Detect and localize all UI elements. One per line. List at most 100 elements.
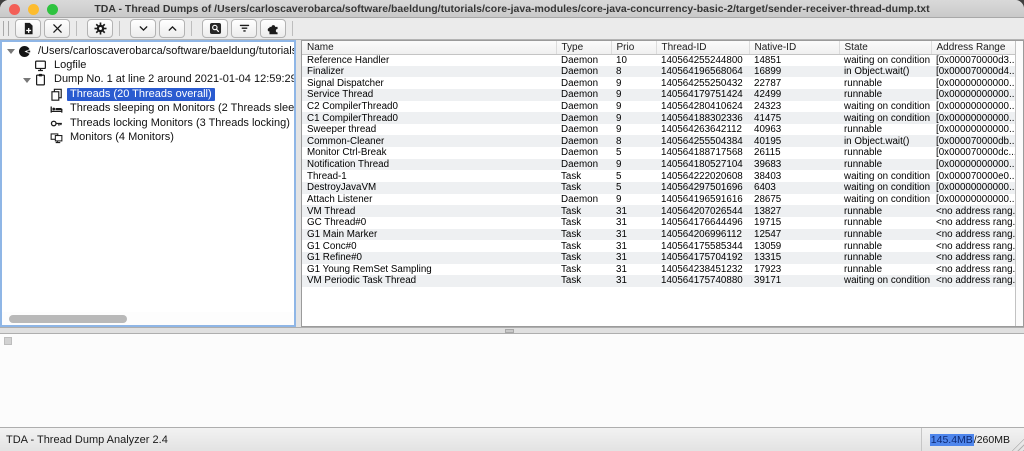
preferences-button[interactable] (87, 19, 113, 38)
table-cell: waiting on condition (839, 194, 931, 206)
table-cell: 17923 (749, 264, 839, 276)
table-row[interactable]: GC Thread#0Task3114056417664449619715run… (302, 217, 1015, 229)
thread-table-wrap: NameTypePrioThread-IDNative-IDStateAddre… (302, 41, 1015, 326)
gear-icon (94, 22, 107, 35)
table-cell: Task (556, 182, 611, 194)
table-cell: runnable (839, 159, 931, 171)
table-cell: Daemon (556, 89, 611, 101)
table-cell: waiting on condition (839, 54, 931, 66)
table-cell: Daemon (556, 101, 611, 113)
tree-item[interactable]: Threads locking Monitors (3 Threads lock… (2, 116, 294, 130)
tree-item[interactable]: Threads sleeping on Monitors (2 Threads … (2, 102, 294, 116)
table-cell: 41475 (749, 112, 839, 124)
table-cell: 140564222020608 (656, 170, 749, 182)
column-header[interactable]: Address Range (931, 41, 1015, 54)
tree-item-label: Logfile (51, 59, 89, 72)
table-cell: 31 (611, 217, 656, 229)
app-window: TDA - Thread Dumps of /Users/carloscaver… (0, 0, 1024, 451)
table-row[interactable]: Thread-1Task514056422202060838403waiting… (302, 170, 1015, 182)
table-cell: waiting on condition (839, 112, 931, 124)
window-resize-grip[interactable] (1010, 437, 1024, 451)
table-cell: 140564255250432 (656, 77, 749, 89)
zoom-window-button[interactable] (47, 4, 58, 15)
table-row[interactable]: Reference HandlerDaemon10140564255244800… (302, 54, 1015, 66)
table-row[interactable]: G1 Conc#0Task3114056417558534413059runna… (302, 240, 1015, 252)
table-cell: Task (556, 264, 611, 276)
table-cell: 14851 (749, 54, 839, 66)
column-header[interactable]: Name (302, 41, 556, 54)
horizontal-splitter[interactable] (0, 327, 1024, 334)
table-cell: waiting on condition (839, 101, 931, 113)
tree-item[interactable]: Dump No. 1 at line 2 around 2021-01-04 1… (2, 73, 294, 87)
table-cell: 140564263642112 (656, 124, 749, 136)
open-logfile-button[interactable] (15, 19, 41, 38)
custom-categories-button[interactable] (260, 19, 286, 38)
table-cell: [0x000070000db... (931, 135, 1015, 147)
tree-item[interactable]: /Users/carloscaverobarca/software/baeldu… (2, 44, 294, 58)
navigate-down-button[interactable] (130, 19, 156, 38)
table-cell: 42499 (749, 89, 839, 101)
table-row[interactable]: VM ThreadTask3114056420702654413827runna… (302, 205, 1015, 217)
table-row[interactable]: G1 Refine#0Task3114056417570419213315run… (302, 252, 1015, 264)
table-cell: [0x00000000000... (931, 89, 1015, 101)
tda-logo-icon (18, 45, 31, 58)
tree-item[interactable]: Monitors (4 Monitors) (2, 130, 294, 144)
table-cell: runnable (839, 147, 931, 159)
column-header[interactable]: Thread-ID (656, 41, 749, 54)
table-row[interactable]: Attach ListenerDaemon9140564196591616286… (302, 194, 1015, 206)
table-cell: [0x00000000000... (931, 194, 1015, 206)
table-row[interactable]: FinalizerDaemon814056419656806416899in O… (302, 66, 1015, 78)
table-row[interactable]: G1 Main MarkerTask3114056420699611212547… (302, 229, 1015, 241)
table-cell: 8 (611, 66, 656, 78)
close-logfile-button[interactable] (44, 19, 70, 38)
navigate-up-button[interactable] (159, 19, 185, 38)
table-cell: [0x00000000000... (931, 112, 1015, 124)
table-cell: 13059 (749, 240, 839, 252)
table-cell: Task (556, 252, 611, 264)
table-row[interactable]: C2 CompilerThread0Daemon9140564280410624… (302, 101, 1015, 113)
table-cell: [0x000070000d3... (931, 54, 1015, 66)
table-row[interactable]: G1 Young RemSet SamplingTask311405642384… (302, 264, 1015, 276)
table-body: Reference HandlerDaemon10140564255244800… (302, 54, 1015, 287)
title-bar[interactable]: TDA - Thread Dumps of /Users/carloscaver… (0, 0, 1024, 18)
table-cell: 31 (611, 240, 656, 252)
table-row[interactable]: Service ThreadDaemon91405641797514244249… (302, 89, 1015, 101)
table-cell: Task (556, 217, 611, 229)
scrollbar-thumb[interactable] (9, 315, 127, 323)
table-cell: 10 (611, 54, 656, 66)
toolbar (0, 18, 1024, 40)
table-row[interactable]: Monitor Ctrl-BreakDaemon5140564188717568… (302, 147, 1015, 159)
column-header[interactable]: Type (556, 41, 611, 54)
close-window-button[interactable] (9, 4, 20, 15)
search-icon (209, 22, 222, 35)
table-row[interactable]: Signal DispatcherDaemon91405642552504322… (302, 77, 1015, 89)
toolbar-drag-grip[interactable] (3, 21, 9, 36)
disclosure-triangle-icon[interactable] (22, 75, 32, 85)
table-row[interactable]: C1 CompilerThread0Daemon9140564188302336… (302, 112, 1015, 124)
splitter-grip[interactable] (505, 329, 514, 333)
table-cell: <no address rang... (931, 205, 1015, 217)
column-header[interactable]: State (839, 41, 931, 54)
tree-item[interactable]: Logfile (2, 58, 294, 72)
table-cell: Daemon (556, 112, 611, 124)
table-row[interactable]: Common-CleanerDaemon81405642555043844019… (302, 135, 1015, 147)
table-cell: 9 (611, 159, 656, 171)
sleeping-icon (50, 102, 63, 115)
table-cell: Signal Dispatcher (302, 77, 556, 89)
table-row[interactable]: VM Periodic Task ThreadTask3114056417574… (302, 275, 1015, 287)
column-header[interactable]: Native-ID (749, 41, 839, 54)
column-header[interactable]: Prio (611, 41, 656, 54)
find-button[interactable] (202, 19, 228, 38)
table-vertical-scrollbar[interactable] (1015, 41, 1023, 326)
minimize-window-button[interactable] (28, 4, 39, 15)
filter-button[interactable] (231, 19, 257, 38)
tree-item[interactable]: Threads (20 Threads overall) (2, 87, 294, 101)
table-row[interactable]: Notification ThreadDaemon914056418052710… (302, 159, 1015, 171)
table-cell: 140564297501696 (656, 182, 749, 194)
table-cell: [0x000070000e0... (931, 170, 1015, 182)
tree-horizontal-scrollbar[interactable] (2, 312, 294, 325)
table-row[interactable]: DestroyJavaVMTask51405642975016966403wai… (302, 182, 1015, 194)
table-cell: <no address rang... (931, 240, 1015, 252)
disclosure-triangle-icon[interactable] (6, 46, 16, 56)
table-row[interactable]: Sweeper threadDaemon91405642636421124096… (302, 124, 1015, 136)
